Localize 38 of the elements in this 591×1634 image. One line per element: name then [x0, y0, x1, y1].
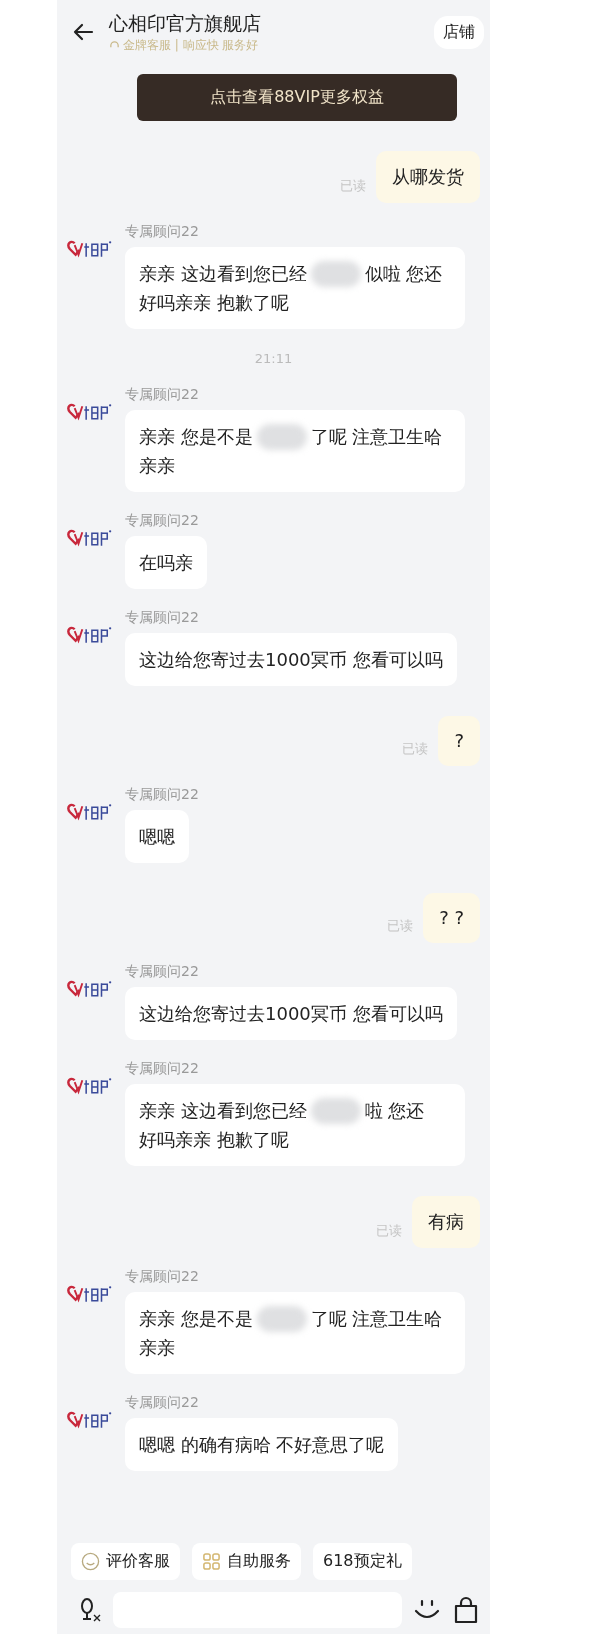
sent-bubble: ?: [438, 716, 480, 766]
quick-action-button[interactable]: 自助服务: [192, 1543, 301, 1580]
sender-name: 专属顾问22: [125, 1060, 199, 1078]
message-bubble: 嗯嗯: [125, 810, 189, 863]
sender-name: 专属顾问22: [125, 786, 199, 804]
sender-name: 专属顾问22: [125, 1394, 199, 1412]
sender-name: 专属顾问22: [125, 386, 199, 404]
message-text: 亲亲 您是不是: [139, 425, 253, 449]
store-title: 心相印官方旗舰店: [109, 10, 262, 36]
sender-name: 专属顾问22: [125, 963, 199, 981]
quick-action-button[interactable]: 618预定礼: [313, 1543, 412, 1580]
message-text: 似啦 您还: [364, 262, 443, 286]
message-text: 亲亲 这边看到您已经: [139, 1099, 307, 1123]
timestamp: 21:11: [254, 351, 293, 366]
message-bubble: 在吗亲: [125, 536, 207, 589]
message-text: 好吗亲亲 抱歉了呢: [139, 1128, 289, 1152]
sender-name: 专属顾问22: [125, 223, 199, 241]
message-text: 亲亲 您是不是: [139, 1307, 253, 1331]
sender-name: 专属顾问22: [125, 512, 199, 530]
sent-bubble: 有病: [412, 1196, 480, 1248]
shop-button[interactable]: 店铺: [434, 15, 484, 49]
vip-banner[interactable]: 点击查看88VIP更多权益: [137, 74, 457, 121]
message-text: 了呢 注意卫生哈: [310, 425, 443, 449]
sender-name: 专属顾问22: [125, 609, 199, 627]
message-bubble: 这边给您寄过去1000冥币 您看可以吗: [125, 987, 457, 1040]
message-text: 了呢 注意卫生哈: [310, 1307, 443, 1331]
message-bubble: 这边给您寄过去1000冥币 您看可以吗: [125, 633, 457, 686]
service-tagline: 金牌客服 | 响应快 服务好: [123, 36, 259, 54]
message-text: 亲亲: [139, 1336, 175, 1360]
sender-name: 专属顾问22: [125, 1268, 199, 1286]
quick-action-button[interactable]: 评价客服: [71, 1543, 180, 1580]
sent-bubble: ? ?: [423, 893, 480, 943]
message-bubble: 嗯嗯 的确有病哈 不好意思了呢: [125, 1418, 399, 1471]
message-text: 亲亲: [139, 454, 175, 478]
message-text: 啦 您还: [364, 1099, 425, 1123]
sent-bubble: 从哪发货: [376, 151, 480, 203]
message-text: 亲亲 这边看到您已经: [139, 262, 307, 286]
message-text: 好吗亲亲 抱歉了呢: [139, 291, 289, 315]
